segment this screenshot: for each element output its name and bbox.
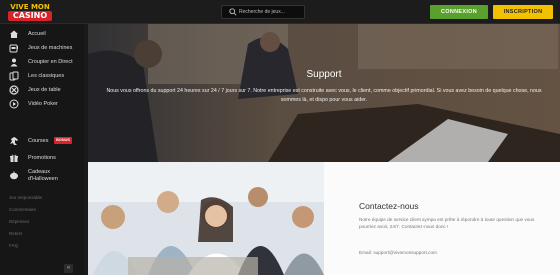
footer-link-withdraw[interactable]: Retirer — [9, 229, 23, 239]
signup-button[interactable]: INSCRIPTION — [493, 5, 553, 19]
sidebar-item-accueil[interactable]: Accueil — [0, 27, 84, 41]
cards-icon — [9, 71, 19, 81]
top-bar: VIVE MON CASINO Recherche de jeux... CON… — [0, 0, 560, 24]
slot-machine-icon — [9, 44, 18, 53]
hero-text: Nous vous offrons du support 24 heures s… — [106, 88, 542, 103]
footer-link-responsible[interactable]: Jeu responsable — [9, 193, 42, 203]
search-icon — [229, 8, 237, 16]
pumpkin-icon — [10, 171, 18, 180]
collapse-sidebar-button[interactable]: « — [64, 264, 73, 273]
footer-link-faq[interactable]: FAQ — [9, 241, 18, 251]
search-input[interactable]: Recherche de jeux... — [221, 5, 305, 19]
sidebar-item-video-poker[interactable]: Vidéo Poker — [0, 97, 84, 111]
hero-title: Support — [306, 69, 342, 80]
gift-icon — [10, 154, 18, 162]
contact-section: Contactez-nous Notre équipe de service c… — [324, 162, 560, 275]
sidebar-item-label: Accueil — [28, 31, 46, 37]
chip-icon — [9, 85, 19, 95]
sidebar: Accueil Jeux de machines Croupier en Dir… — [0, 24, 84, 275]
sidebar-item-label: Promotions — [28, 155, 56, 161]
sidebar-item-label: Vidéo Poker — [28, 101, 58, 107]
horse-icon — [10, 137, 18, 145]
login-button[interactable]: CONNEXION — [430, 5, 488, 19]
video-poker-icon — [9, 99, 19, 109]
contact-email[interactable]: Email: support@vivemonsupport.com — [359, 249, 541, 257]
sidebar-item-label: Jeux de machines — [28, 45, 73, 51]
sidebar-item-promotions[interactable]: Promotions — [0, 151, 84, 165]
sidebar-item-label: Cadeaux d'Halloween — [28, 169, 58, 182]
sidebar-item-courses[interactable]: Courses BONUS — [0, 134, 84, 148]
sidebar-item-label: Les classiques — [28, 73, 65, 79]
footer-link-comments[interactable]: Commentaire — [9, 205, 36, 215]
logo-bottom-text: CASINO — [8, 11, 52, 21]
contact-text: Notre équipe de service client sympa est… — [359, 217, 535, 230]
contact-title: Contactez-nous — [359, 201, 419, 211]
sidebar-item-table[interactable]: Jeux de table — [0, 83, 84, 97]
sidebar-item-label: Croupier en Direct — [28, 59, 73, 65]
bonus-badge: BONUS — [54, 137, 72, 144]
support-hero: Support Nous vous offrons du support 24 … — [88, 24, 560, 162]
sidebar-item-halloween[interactable]: Cadeaux d'Halloween — [0, 165, 84, 187]
live-dealer-icon — [10, 58, 18, 67]
logo-top-text: VIVE MON — [10, 3, 50, 11]
sidebar-item-machines[interactable]: Jeux de machines — [0, 41, 84, 55]
sidebar-item-classiques[interactable]: Les classiques — [0, 69, 84, 83]
sidebar-item-label: Jeux de table — [28, 87, 61, 93]
casino-logo[interactable]: VIVE MON CASINO — [8, 3, 52, 21]
sidebar-item-label: Courses — [28, 138, 49, 144]
search-placeholder: Recherche de jeux... — [239, 9, 285, 15]
team-photo — [88, 162, 324, 275]
footer-link-deposits[interactable]: Dépenses — [9, 217, 29, 227]
sidebar-item-croupier[interactable]: Croupier en Direct — [0, 55, 84, 69]
team-photo-image — [88, 162, 324, 275]
home-icon — [10, 30, 18, 38]
